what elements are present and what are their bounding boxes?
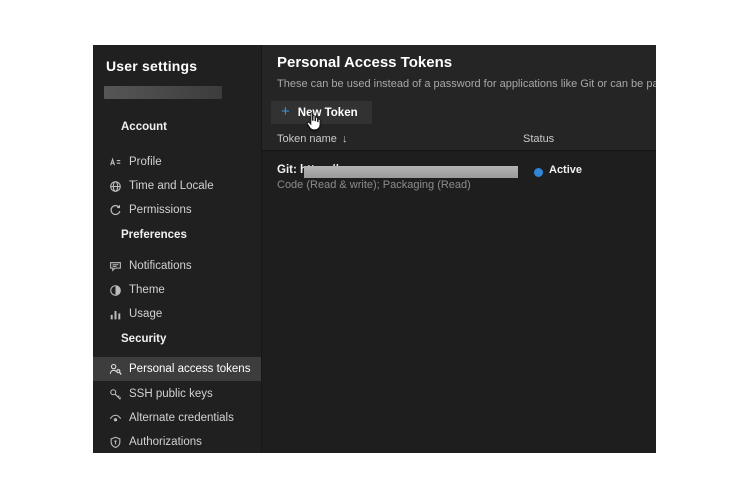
sync-icon <box>109 204 122 217</box>
sidebar-item-usage[interactable]: Usage <box>93 302 261 326</box>
page: { "colors": { "accent": "#3a96dd", "stat… <box>0 0 750 500</box>
page-title: Personal Access Tokens <box>277 54 452 71</box>
bar-chart-icon <box>109 308 122 321</box>
key-icon <box>109 388 122 401</box>
sidebar-item-label: Profile <box>129 156 162 168</box>
main-header-section: Personal Access Tokens These can be used… <box>262 45 656 151</box>
sidebar-item-label: Permissions <box>129 204 192 216</box>
sidebar-item-label: Notifications <box>129 260 192 272</box>
theme-icon <box>109 284 122 297</box>
column-header-token-name[interactable]: Token name↓ <box>277 133 347 145</box>
new-token-button-label: New Token <box>298 107 358 119</box>
shield-icon <box>109 436 122 449</box>
sidebar-item-ssh-public-keys[interactable]: SSH public keys <box>93 382 261 406</box>
column-header-status[interactable]: Status <box>523 133 554 145</box>
personal-access-tokens-panel: Personal Access Tokens These can be used… <box>262 45 656 453</box>
sidebar-item-profile[interactable]: Profile <box>93 150 261 174</box>
sidebar-item-theme[interactable]: Theme <box>93 278 261 302</box>
sidebar-item-permissions[interactable]: Permissions <box>93 198 261 222</box>
sidebar-title: User settings <box>106 58 197 74</box>
status-badge: Active <box>549 164 582 176</box>
sidebar-item-authorizations[interactable]: Authorizations <box>93 430 261 454</box>
sidebar-item-personal-access-tokens[interactable]: Personal access tokens <box>93 357 261 381</box>
status-active-dot <box>534 168 543 177</box>
token-name-redacted-bar <box>304 166 518 178</box>
sidebar-item-label: Personal access tokens <box>129 363 250 375</box>
sidebar-heading-preferences: Preferences <box>121 229 187 241</box>
new-token-button[interactable]: + New Token <box>271 101 372 124</box>
user-settings-window: User settings Account Profile Time and L… <box>93 45 656 453</box>
sidebar-item-label: Usage <box>129 308 162 320</box>
sidebar-item-notifications[interactable]: Notifications <box>93 254 261 278</box>
table-row[interactable]: Git: https:// Code (Read & write); Packa… <box>262 157 656 203</box>
username-redacted-bar <box>104 86 222 99</box>
contact-card-icon <box>109 156 122 169</box>
person-key-icon <box>109 363 122 376</box>
sidebar-heading-security: Security <box>121 333 166 345</box>
page-subtitle: These can be used instead of a password … <box>277 78 656 90</box>
sort-descending-icon: ↓ <box>342 133 348 145</box>
sidebar-heading-account: Account <box>121 121 167 133</box>
sidebar: User settings Account Profile Time and L… <box>93 45 262 453</box>
eye-icon <box>109 412 122 425</box>
comment-icon <box>109 260 122 273</box>
globe-clock-icon <box>109 180 122 193</box>
sidebar-item-label: Theme <box>129 284 165 296</box>
sidebar-item-label: Authorizations <box>129 436 202 448</box>
token-scopes: Code (Read & write); Packaging (Read) <box>277 179 471 191</box>
sidebar-item-label: Alternate credentials <box>129 412 234 424</box>
table-header: Token name↓ Status <box>262 133 656 147</box>
plus-icon: + <box>281 104 290 119</box>
sidebar-item-label: SSH public keys <box>129 388 213 400</box>
sidebar-item-alternate-credentials[interactable]: Alternate credentials <box>93 406 261 430</box>
sidebar-item-time-locale[interactable]: Time and Locale <box>93 174 261 198</box>
sidebar-item-label: Time and Locale <box>129 180 214 192</box>
